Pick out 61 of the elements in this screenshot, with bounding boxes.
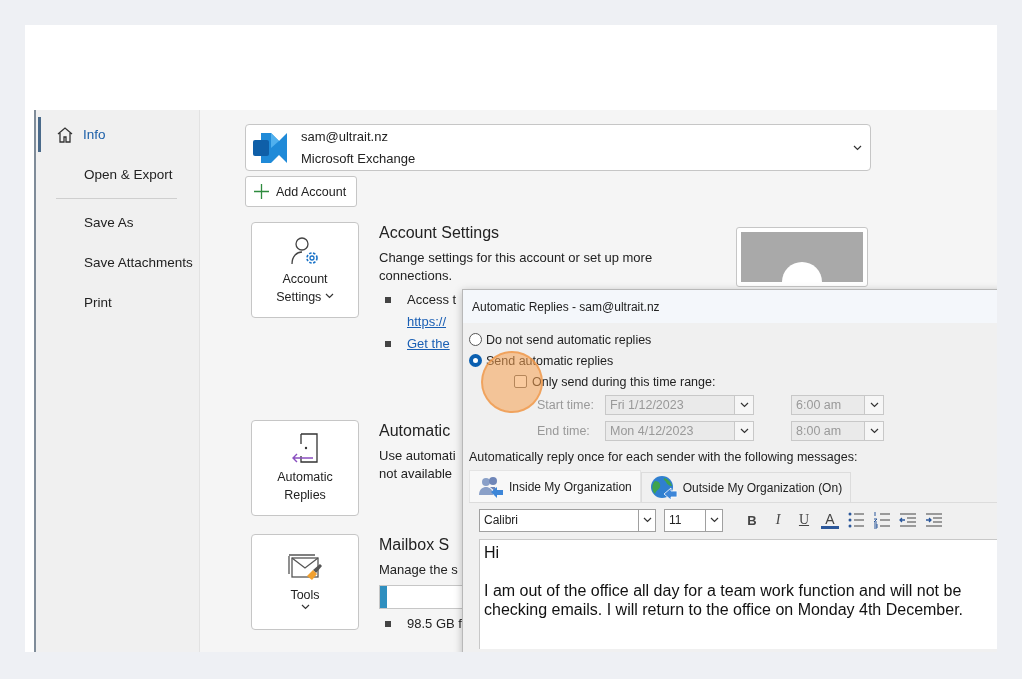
chevron-down-icon [709, 517, 719, 523]
bullet-icon [385, 341, 391, 347]
italic-button[interactable]: I [769, 512, 787, 528]
help-link[interactable]: https:// [407, 314, 447, 329]
bullet-text: Access t [407, 291, 457, 309]
font-size-dropdown[interactable]: 11 [664, 508, 723, 532]
caret-icon [300, 604, 310, 610]
nav-item[interactable]: Save Attachments [36, 245, 199, 280]
section-description: Use automati not available [379, 447, 456, 483]
chevron-down-icon [739, 428, 749, 434]
globe-icon [649, 474, 678, 501]
font-dropdown[interactable]: Calibri [479, 508, 656, 532]
indent-icon[interactable] [925, 511, 943, 529]
tab[interactable]: Inside My Organization [469, 470, 641, 502]
tab[interactable]: Outside My Organization (On) [640, 472, 852, 502]
section-title: Automatic [379, 421, 451, 441]
radio-button[interactable] [469, 354, 482, 367]
plus-icon [254, 184, 269, 199]
account-email: sam@ultrait.nz [301, 127, 389, 146]
section-title: Mailbox S [379, 535, 450, 555]
chevron-down-icon [869, 402, 879, 408]
underline-button[interactable]: U [795, 512, 813, 528]
caret-icon [324, 293, 334, 299]
bold-button[interactable]: B [743, 512, 761, 528]
chevron-down-icon [642, 517, 652, 523]
chevron-down-icon [869, 428, 879, 434]
reply-instructions: Automatically reply once for each sender with the following messages: [469, 450, 859, 466]
message-text: Hi [484, 543, 501, 562]
tools-button[interactable]: Tools [251, 534, 359, 630]
message-text: I am out of the office all day for a team work function and will not be checking emails. I will return to the office on Monday 4th December. [484, 581, 965, 619]
numbering-icon[interactable] [873, 511, 891, 529]
time-label: Start time: [537, 398, 595, 412]
section-title: Account Settings [379, 223, 500, 243]
section-description: Manage the s [379, 561, 458, 579]
home-icon [56, 125, 74, 144]
help-link[interactable]: Get the [407, 336, 450, 351]
nav-item[interactable]: Print [36, 285, 199, 320]
account-settings-button[interactable]: Account Settings [251, 222, 359, 318]
outdent-icon[interactable] [899, 511, 917, 529]
people-icon [478, 474, 504, 499]
bullet-icon [385, 297, 391, 303]
bullets-icon[interactable] [847, 511, 865, 529]
nav-item[interactable]: Open & Export [36, 157, 199, 192]
time-label: End time: [537, 424, 591, 438]
exchange-logo-icon [251, 130, 287, 165]
account-dropdown[interactable]: sam@ultrait.nz Microsoft Exchange [245, 124, 871, 171]
add-account-button[interactable]: Add Account [245, 176, 358, 207]
chevron-down-icon [739, 402, 749, 408]
font-color-button[interactable]: A [821, 511, 839, 529]
radio-button[interactable] [469, 333, 482, 346]
automatic-replies-button[interactable]: Automatic Replies [251, 420, 359, 516]
chevron-down-icon [853, 144, 862, 151]
radio-label[interactable]: Do not send automatic replies [486, 332, 652, 347]
bullet-text: 98.5 GB f [407, 615, 462, 633]
account-type: Microsoft Exchange [301, 149, 417, 168]
bullet-icon [385, 621, 391, 627]
nav-item[interactable]: Info [36, 117, 199, 152]
nav-item[interactable]: Save As [36, 205, 199, 240]
section-description: Change settings for this account or set up more connections. [379, 249, 653, 285]
dialog-title: Automatic Replies - sam@ultrait.nz [472, 299, 660, 314]
message-editor[interactable]: Hi I am out of the office all day for a team work function and will not be checking emails. I will return to the office on Monday 4th December. [479, 539, 997, 649]
